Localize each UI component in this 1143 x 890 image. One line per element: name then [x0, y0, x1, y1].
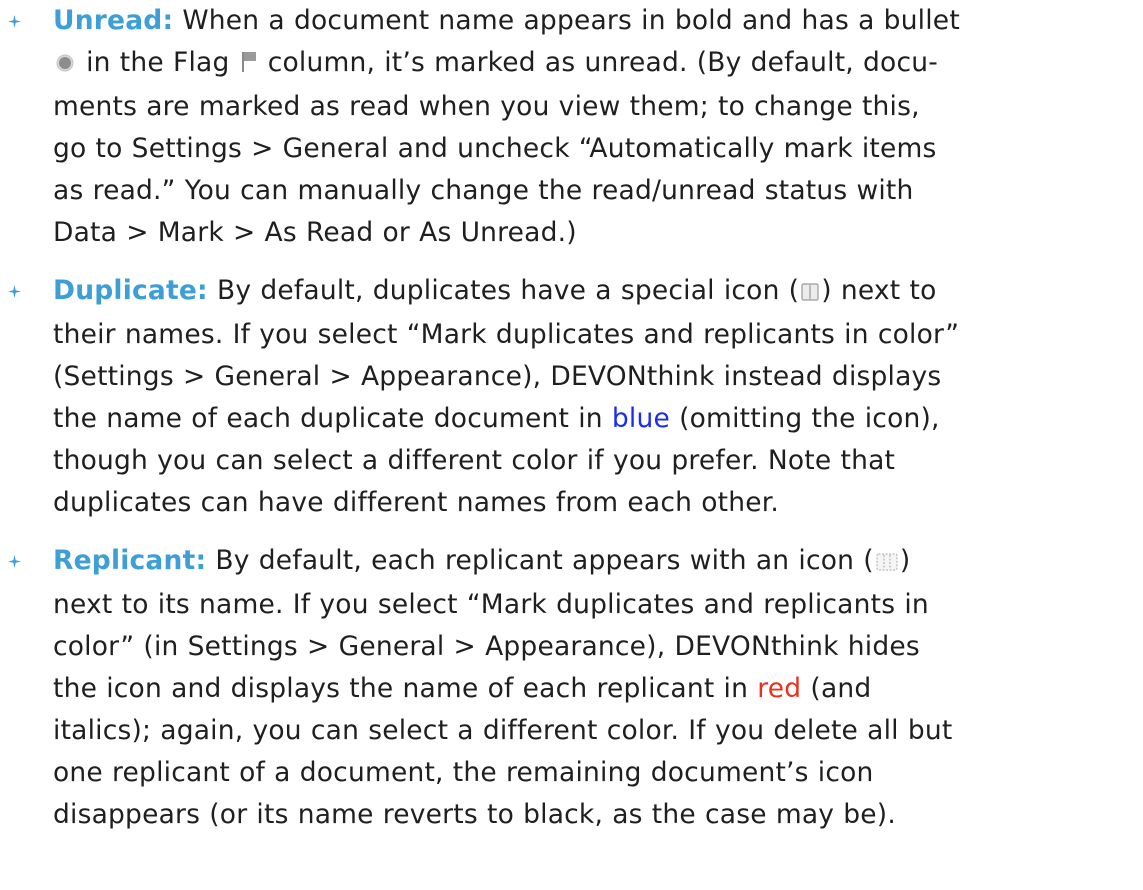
replicant-line-7: disappears (or its name reverts to black… [53, 799, 896, 830]
duplicate-line-4: the name of each duplicate document in b… [53, 398, 1143, 440]
replicant-icon [876, 542, 898, 584]
duplicate-text-4b: (omitting the icon), [669, 403, 940, 434]
duplicate-line-3: (Settings > General > Appearance), DEVON… [53, 361, 942, 392]
duplicate-line-6: duplicates can have different names from… [53, 487, 780, 518]
term-unread: Unread: [53, 5, 174, 36]
duplicate-line-2: their names. If you select “Mark duplica… [53, 319, 960, 350]
replicant-line-5: italics); again, you can select a differ… [53, 715, 953, 746]
unread-line-4: go to Settings > General and uncheck “Au… [53, 133, 937, 164]
unread-line-3: ments are marked as read when you view t… [53, 91, 920, 122]
unread-line-1: Unread: When a document name appears in … [53, 0, 1143, 42]
list-item-duplicate: Duplicate: By default, duplicates have a… [0, 270, 1143, 524]
duplicate-text-4a: the name of each duplicate document in [53, 403, 612, 434]
unread-text-2a: in the Flag [77, 47, 239, 78]
duplicate-line-1: Duplicate: By default, duplicates have a… [53, 270, 1143, 314]
replicant-text-4b: (and [801, 673, 872, 704]
replicant-line-1: Replicant: By default, each replicant ap… [53, 540, 1143, 584]
list-item-unread: Unread: When a document name appears in … [0, 0, 1143, 254]
duplicate-icon [801, 272, 819, 314]
replicant-text-1b: ) [899, 545, 911, 576]
term-duplicate: Duplicate: [53, 275, 208, 306]
color-word-blue: blue [611, 403, 670, 434]
four-point-star-bullet-icon [8, 285, 21, 298]
replicant-line-4: the icon and displays the name of each r… [53, 668, 1143, 710]
unread-text-1: When a document name appears in bold and… [173, 5, 960, 36]
unread-line-6: Data > Mark > As Read or As Unread.) [53, 217, 577, 248]
unread-line-5: as read.” You can manually change the re… [53, 175, 914, 206]
replicant-line-2: next to its name. If you select “Mark du… [53, 589, 929, 620]
flag-icon [241, 44, 257, 86]
unread-line-2: in the Flag column, it’s marked as unrea… [53, 42, 1143, 86]
replicant-line-6: one replicant of a document, the remaini… [53, 757, 874, 788]
list-item-replicant: Replicant: By default, each replicant ap… [0, 540, 1143, 836]
replicant-text-4a: the icon and displays the name of each r… [53, 673, 758, 704]
replicant-line-3: color” (in Settings > General > Appearan… [53, 631, 920, 662]
color-word-red: red [757, 673, 802, 704]
term-replicant: Replicant: [53, 545, 207, 576]
duplicate-line-5: though you can select a different color … [53, 445, 896, 476]
document-page: Unread: When a document name appears in … [0, 0, 1143, 852]
duplicate-text-1b: ) next to [821, 275, 937, 306]
four-point-star-bullet-icon [8, 555, 21, 568]
unread-text-2b: column, it’s marked as unread. (By defau… [258, 47, 938, 78]
four-point-star-bullet-icon [8, 15, 21, 28]
replicant-text-1a: By default, each replicant appears with … [206, 545, 874, 576]
duplicate-text-1a: By default, duplicates have a special ic… [207, 275, 800, 306]
radio-bullet-icon [55, 44, 75, 86]
